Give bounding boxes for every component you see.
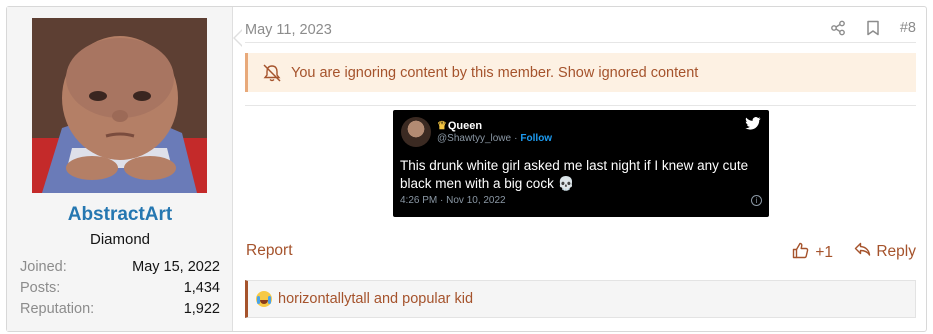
like-button[interactable]: +1 [792,242,833,264]
embedded-tweet-image[interactable]: ♛Queen @Shawtyy_lowe · Follow This drunk w… [393,110,769,217]
avatar[interactable] [32,18,207,193]
tweet-author: ♛Queen [437,119,482,132]
reactions-bar[interactable]: horizontallytall and popular kid [245,280,916,318]
post-actions: #8 [830,20,916,36]
stat-value: 1,922 [183,301,220,317]
user-info-panel: AbstractArt Diamond Joined: May 15, 2022… [7,7,233,331]
tweet-timestamp: 4:26 PM · Nov 10, 2022 [400,195,506,206]
user-title: Diamond [89,231,151,248]
tweet-handle: @Shawtyy_lowe [437,133,512,144]
mute-icon [262,63,282,82]
stat-label: Reputation: [20,301,95,317]
tweet-avatar [401,117,431,147]
reactions-text[interactable]: horizontallytall and popular kid [278,291,473,307]
stat-posts: Posts: 1,434 [20,278,220,299]
report-button[interactable]: Report [246,242,293,260]
stat-joined: Joined: May 15, 2022 [20,257,220,278]
share-icon[interactable] [830,20,846,36]
like-count: +1 [815,244,833,261]
crying-laughing-emoji-icon [256,291,272,307]
message-main: May 11, 2023 #8 You are ignoring content… [245,7,916,331]
tweet-handle-row: @Shawtyy_lowe · Follow [437,133,552,144]
thumbs-up-icon [792,242,809,264]
stat-label: Posts: [20,280,61,296]
crown-icon: ♛ [437,120,447,132]
message-post: AbstractArt Diamond Joined: May 15, 2022… [6,6,927,332]
post-number[interactable]: #8 [900,20,916,36]
ignored-text: You are ignoring content by this member. [291,64,555,81]
tweet-separator: · [514,133,518,144]
tweet-follow: Follow [520,133,553,144]
tweet-text: This drunk white girl asked me last nigh… [400,158,749,191]
tweet-author-name: Queen [447,120,483,132]
header-divider [245,42,916,43]
reply-button[interactable]: Reply [854,242,916,262]
stat-label: Joined: [20,259,67,275]
stat-value: May 15, 2022 [132,259,220,275]
bookmark-icon[interactable] [866,20,880,36]
twitter-bird-icon [745,117,761,134]
username[interactable]: AbstractArt [7,204,233,226]
info-icon: i [751,195,762,206]
stat-value[interactable]: 1,434 [184,278,220,299]
show-ignored-link[interactable]: Show ignored content [558,65,698,81]
reply-icon [854,242,871,262]
content-divider [245,105,916,106]
reply-label: Reply [876,243,916,260]
stat-reputation: Reputation: 1,922 [20,299,220,320]
post-date[interactable]: May 11, 2023 [245,22,332,38]
ignored-notice: You are ignoring content by this member.… [245,53,916,92]
user-arrow [233,29,243,47]
user-stats: Joined: May 15, 2022 Posts: 1,434 Reputa… [20,257,220,320]
